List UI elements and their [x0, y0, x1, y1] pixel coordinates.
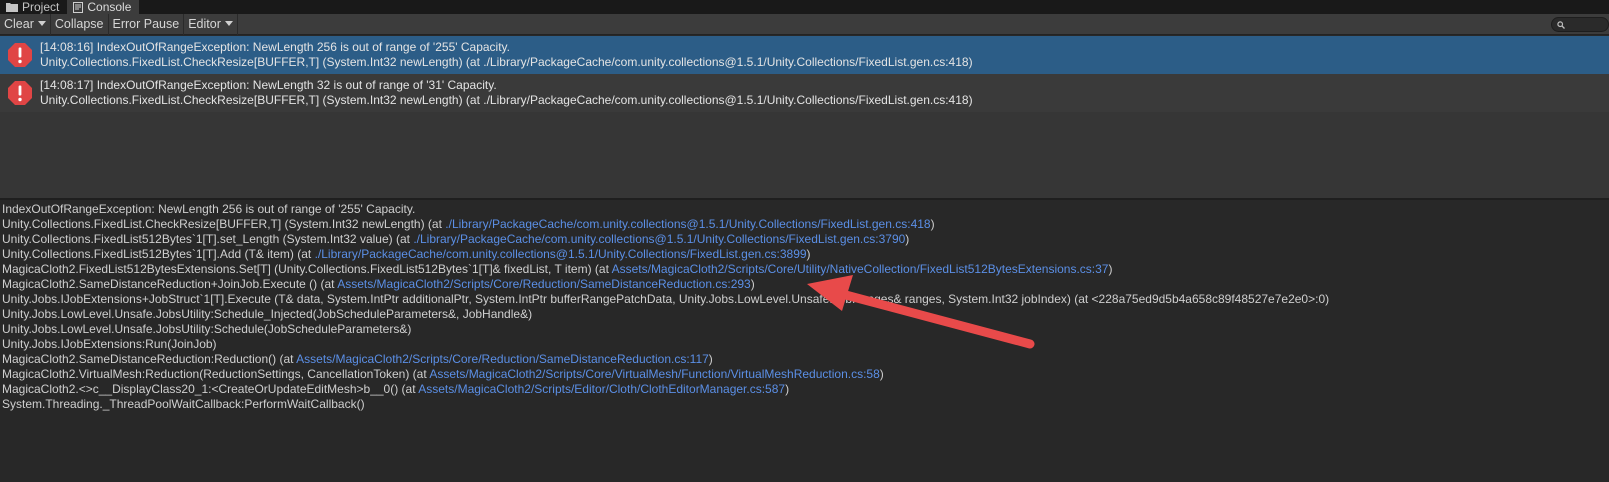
collapse-button-label: Collapse	[54, 17, 104, 31]
stack-line-suffix: )	[750, 277, 755, 291]
stack-line-suffix: )	[905, 232, 910, 246]
stack-line-text: System.Threading._ThreadPoolWaitCallback…	[2, 397, 365, 411]
source-link[interactable]: Assets/MagicaCloth2/Scripts/Core/Virtual…	[429, 367, 879, 381]
stack-line: Unity.Collections.FixedList512Bytes`1[T]…	[2, 232, 1607, 247]
tab-console[interactable]: Console	[67, 0, 140, 14]
error-pause-button[interactable]: Error Pause	[109, 13, 185, 35]
source-link[interactable]: Assets/MagicaCloth2/Scripts/Core/Reducti…	[337, 277, 751, 291]
tab-console-label: Console	[87, 0, 132, 14]
stack-line-text: Unity.Collections.FixedList.CheckResize[…	[2, 217, 446, 231]
stack-line: Unity.Jobs.IJobExtensions+JobStruct`1[T]…	[2, 292, 1607, 307]
stack-line-text: MagicaCloth2.FixedList512BytesExtensions…	[2, 262, 612, 276]
stack-line-text: Unity.Collections.FixedList512Bytes`1[T]…	[2, 247, 315, 261]
log-entry[interactable]: [14:08:17] IndexOutOfRangeException: New…	[0, 74, 1609, 112]
stack-line-suffix: )	[1108, 262, 1113, 276]
stack-line: IndexOutOfRangeException: NewLength 256 …	[2, 202, 1607, 217]
source-link[interactable]: ./Library/PackageCache/com.unity.collect…	[413, 232, 905, 246]
folder-icon	[6, 2, 18, 12]
tab-project[interactable]: Project	[0, 0, 67, 14]
stack-line-text: Unity.Collections.FixedList512Bytes`1[T]…	[2, 232, 414, 246]
stack-line: MagicaCloth2.VirtualMesh:Reduction(Reduc…	[2, 367, 1607, 382]
log-entry[interactable]: [14:08:16] IndexOutOfRangeException: New…	[0, 36, 1609, 74]
stack-line: System.Threading._ThreadPoolWaitCallback…	[2, 397, 1607, 412]
stack-line-text: Unity.Jobs.LowLevel.Unsafe.JobsUtility:S…	[2, 322, 412, 336]
log-entry-stack: Unity.Collections.FixedList.CheckResize[…	[40, 55, 973, 69]
stack-line-suffix: )	[879, 367, 884, 381]
log-entry-message: [14:08:17] IndexOutOfRangeException: New…	[40, 78, 497, 92]
clear-button-label: Clear	[4, 17, 34, 31]
source-link[interactable]: ./Library/PackageCache/com.unity.collect…	[315, 247, 807, 261]
source-link[interactable]: Assets/MagicaCloth2/Scripts/Editor/Cloth…	[418, 382, 785, 396]
console-icon	[73, 1, 84, 13]
chevron-down-icon	[224, 21, 233, 27]
collapse-button[interactable]: Collapse	[51, 13, 109, 35]
search-icon	[1557, 18, 1565, 32]
console-toolbar: Clear Collapse Error Pause Editor	[0, 13, 1609, 35]
source-link[interactable]: ./Library/PackageCache/com.unity.collect…	[445, 217, 930, 231]
stack-line-text: MagicaCloth2.<>c__DisplayClass20_1:<Crea…	[2, 382, 419, 396]
stack-line-suffix: )	[708, 352, 713, 366]
stack-line: MagicaCloth2.FixedList512BytesExtensions…	[2, 262, 1607, 277]
window-tab-bar: Project Console	[0, 0, 1609, 14]
chevron-down-icon[interactable]	[37, 21, 46, 27]
stack-line: MagicaCloth2.SameDistanceReduction:Reduc…	[2, 352, 1607, 367]
source-link[interactable]: Assets/MagicaCloth2/Scripts/Core/Utility…	[612, 262, 1109, 276]
search-input[interactable]	[1551, 17, 1609, 32]
source-link[interactable]: Assets/MagicaCloth2/Scripts/Core/Reducti…	[296, 352, 709, 366]
stack-line-text: MagicaCloth2.SameDistanceReduction:Reduc…	[2, 352, 297, 366]
log-entry-message: [14:08:16] IndexOutOfRangeException: New…	[40, 40, 510, 54]
stack-line: Unity.Jobs.IJobExtensions:Run(JoinJob)	[2, 337, 1607, 352]
error-icon	[0, 36, 40, 74]
stack-line: Unity.Collections.FixedList512Bytes`1[T]…	[2, 247, 1607, 262]
editor-dropdown-label: Editor	[188, 17, 221, 31]
stack-line-text: Unity.Jobs.LowLevel.Unsafe.JobsUtility:S…	[2, 307, 533, 321]
stack-line: MagicaCloth2.SameDistanceReduction+JoinJ…	[2, 277, 1607, 292]
stack-line: Unity.Collections.FixedList.CheckResize[…	[2, 217, 1607, 232]
stack-line: Unity.Jobs.LowLevel.Unsafe.JobsUtility:S…	[2, 322, 1607, 337]
clear-button[interactable]: Clear	[0, 13, 51, 35]
stack-line-text: MagicaCloth2.SameDistanceReduction+JoinJ…	[2, 277, 338, 291]
stack-line-suffix: )	[806, 247, 811, 261]
stack-line: Unity.Jobs.LowLevel.Unsafe.JobsUtility:S…	[2, 307, 1607, 322]
stack-line-text: Unity.Jobs.IJobExtensions+JobStruct`1[T]…	[2, 292, 1330, 306]
stack-trace-detail: IndexOutOfRangeException: NewLength 256 …	[0, 200, 1609, 482]
stack-line-text: MagicaCloth2.VirtualMesh:Reduction(Reduc…	[2, 367, 430, 381]
stack-line-suffix: )	[930, 217, 935, 231]
error-icon	[0, 74, 40, 112]
tab-project-label: Project	[22, 0, 60, 14]
stack-line: MagicaCloth2.<>c__DisplayClass20_1:<Crea…	[2, 382, 1607, 397]
error-pause-button-label: Error Pause	[112, 17, 180, 31]
stack-line-text: Unity.Jobs.IJobExtensions:Run(JoinJob)	[2, 337, 217, 351]
stack-line-suffix: )	[785, 382, 790, 396]
console-log-list: [14:08:16] IndexOutOfRangeException: New…	[0, 36, 1609, 198]
log-entry-stack: Unity.Collections.FixedList.CheckResize[…	[40, 93, 973, 107]
stack-line-text: IndexOutOfRangeException: NewLength 256 …	[2, 202, 416, 216]
editor-dropdown[interactable]: Editor	[184, 13, 238, 35]
